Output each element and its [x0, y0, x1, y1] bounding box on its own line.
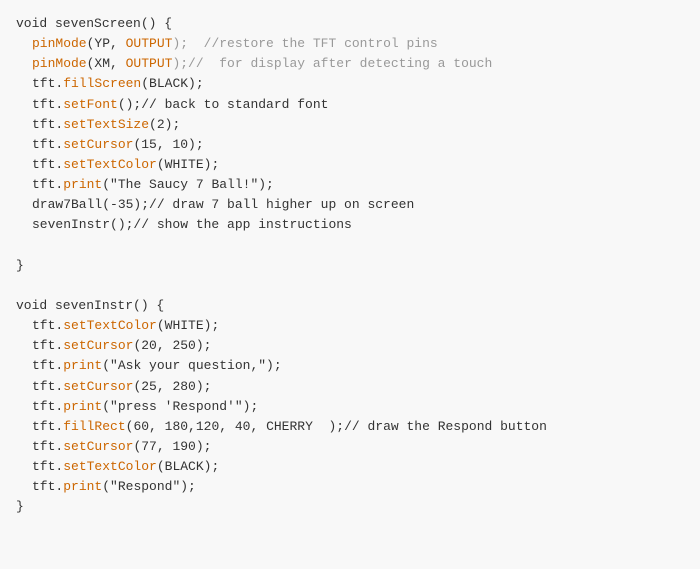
code-segment: print	[63, 399, 102, 414]
code-segment: (15, 10);	[133, 137, 203, 152]
code-segment: setCursor	[63, 338, 133, 353]
code-segment: (WHITE);	[157, 157, 219, 172]
code-segment: tft.	[32, 97, 63, 112]
code-segment: (77, 190);	[133, 439, 211, 454]
code-segment: setTextColor	[63, 318, 157, 333]
code-segment: (20, 250);	[133, 338, 211, 353]
code-segment: (2);	[149, 117, 180, 132]
code-segment: tft.	[32, 358, 63, 373]
code-segment: fillScreen	[63, 76, 141, 91]
code-line: tft.setFont();// back to standard font	[0, 95, 700, 115]
code-line: pinMode(XM, OUTPUT);// for display after…	[0, 54, 700, 74]
code-editor: void sevenScreen() {pinMode(YP, OUTPUT);…	[0, 0, 700, 569]
code-segment: setFont	[63, 97, 118, 112]
code-line: tft.setCursor(77, 190);	[0, 437, 700, 457]
code-line: void sevenInstr() {	[0, 296, 700, 316]
code-segment: setCursor	[63, 137, 133, 152]
code-segment: tft.	[32, 338, 63, 353]
code-segment: setCursor	[63, 439, 133, 454]
code-segment: ();// back to standard font	[118, 97, 329, 112]
code-segment: (WHITE);	[157, 318, 219, 333]
code-line: tft.setTextSize(2);	[0, 115, 700, 135]
code-line: }	[0, 497, 700, 517]
code-segment: (XM,	[87, 56, 126, 71]
code-line: draw7Ball(-35);// draw 7 ball higher up …	[0, 195, 700, 215]
code-segment: pinMode	[32, 56, 87, 71]
code-segment: fillRect	[63, 419, 125, 434]
code-segment: pinMode	[32, 36, 87, 51]
code-segment: (25, 280);	[133, 379, 211, 394]
code-segment: (60, 180,120, 40, CHERRY );// draw the R…	[126, 419, 547, 434]
code-segment: tft.	[32, 479, 63, 494]
code-segment: print	[63, 177, 102, 192]
code-line: tft.setTextColor(WHITE);	[0, 316, 700, 336]
code-segment: tft.	[32, 117, 63, 132]
code-segment: tft.	[32, 318, 63, 333]
code-segment: tft.	[32, 137, 63, 152]
code-segment: tft.	[32, 157, 63, 172]
blank-line	[0, 276, 700, 296]
code-segment: print	[63, 479, 102, 494]
code-segment: tft.	[32, 419, 63, 434]
code-segment: ); //restore the TFT control pins	[172, 36, 437, 51]
code-line: tft.setCursor(20, 250);	[0, 336, 700, 356]
code-segment: setTextSize	[63, 117, 149, 132]
code-line: tft.fillRect(60, 180,120, 40, CHERRY );/…	[0, 417, 700, 437]
code-segment: tft.	[32, 76, 63, 91]
code-line: tft.setTextColor(BLACK);	[0, 457, 700, 477]
code-line: tft.print("Respond");	[0, 477, 700, 497]
code-segment: tft.	[32, 379, 63, 394]
code-segment: tft.	[32, 177, 63, 192]
code-line: void sevenScreen() {	[0, 14, 700, 34]
code-line: tft.print("Ask your question,");	[0, 356, 700, 376]
code-line: tft.setTextColor(WHITE);	[0, 155, 700, 175]
code-segment: (BLACK);	[141, 76, 203, 91]
code-segment: );// for display after detecting a touch	[172, 56, 492, 71]
code-line: }	[0, 256, 700, 276]
code-segment: setTextColor	[63, 157, 157, 172]
code-segment: OUTPUT	[126, 56, 173, 71]
code-segment: OUTPUT	[126, 36, 173, 51]
code-segment: ("Ask your question,");	[102, 358, 281, 373]
code-segment: tft.	[32, 439, 63, 454]
code-line: tft.setCursor(15, 10);	[0, 135, 700, 155]
code-segment: tft.	[32, 399, 63, 414]
code-line: tft.fillScreen(BLACK);	[0, 74, 700, 94]
code-line: sevenInstr();// show the app instruction…	[0, 215, 700, 235]
code-segment: print	[63, 358, 102, 373]
code-segment: ("press 'Respond'");	[102, 399, 258, 414]
code-segment: ("Respond");	[102, 479, 196, 494]
code-segment: setTextColor	[63, 459, 157, 474]
code-segment: ("The Saucy 7 Ball!");	[102, 177, 274, 192]
code-segment: setCursor	[63, 379, 133, 394]
code-segment: (BLACK);	[157, 459, 219, 474]
code-line: tft.setCursor(25, 280);	[0, 377, 700, 397]
code-block: void sevenScreen() {pinMode(YP, OUTPUT);…	[0, 10, 700, 522]
code-line: pinMode(YP, OUTPUT); //restore the TFT c…	[0, 34, 700, 54]
code-segment: (YP,	[87, 36, 126, 51]
code-line: tft.print("The Saucy 7 Ball!");	[0, 175, 700, 195]
blank-line	[0, 236, 700, 256]
code-line: tft.print("press 'Respond'");	[0, 397, 700, 417]
code-segment: tft.	[32, 459, 63, 474]
